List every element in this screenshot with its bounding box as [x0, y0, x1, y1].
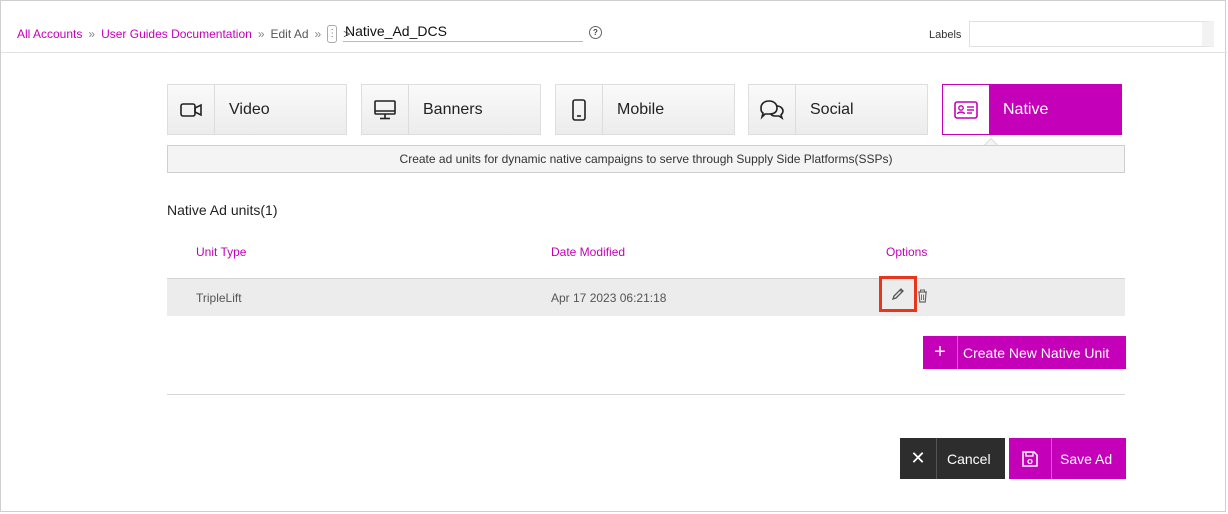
- id-card-icon: [943, 85, 989, 134]
- save-ad-button[interactable]: Save Ad: [1009, 438, 1126, 479]
- cancel-label: Cancel: [947, 450, 991, 467]
- close-icon: ✕: [900, 438, 937, 479]
- trash-icon[interactable]: [917, 289, 928, 303]
- chat-bubbles-icon: [749, 85, 796, 134]
- column-header-unit-type[interactable]: Unit Type: [196, 245, 246, 259]
- breadcrumb-edit-ad: Edit Ad: [270, 27, 309, 41]
- divider: [167, 394, 1125, 395]
- tab-label: Mobile: [617, 100, 665, 118]
- monitor-icon: [362, 85, 409, 134]
- tab-label: Banners: [423, 100, 483, 118]
- more-options-icon[interactable]: ⋮: [327, 25, 338, 43]
- save-ad-label: Save Ad: [1060, 450, 1113, 467]
- floppy-disk-icon: [1009, 438, 1052, 479]
- cancel-button[interactable]: ✕ Cancel: [900, 438, 1005, 479]
- breadcrumb-user-guides[interactable]: User Guides Documentation: [101, 27, 252, 41]
- create-native-unit-button[interactable]: + Create New Native Unit: [923, 336, 1126, 369]
- tab-social[interactable]: Social: [748, 84, 928, 135]
- breadcrumb-separator: »: [88, 27, 96, 41]
- page-frame: All Accounts » User Guides Documentation…: [0, 0, 1227, 512]
- tab-label: Video: [229, 100, 270, 118]
- create-native-unit-label: Create New Native Unit: [963, 344, 1110, 361]
- ad-type-tabs: Video Banners Mobile Social Native: [167, 84, 1123, 136]
- breadcrumb-all-accounts[interactable]: All Accounts: [17, 27, 82, 41]
- labels-input[interactable]: [969, 21, 1214, 47]
- tab-mobile[interactable]: Mobile: [555, 84, 735, 135]
- tab-description: Create ad units for dynamic native campa…: [167, 145, 1125, 173]
- plus-icon: +: [923, 336, 958, 369]
- date-modified-cell: Apr 17 2023 06:21:18: [551, 291, 667, 305]
- tab-video[interactable]: Video: [167, 84, 347, 135]
- breadcrumb-separator: »: [314, 27, 322, 41]
- top-bar: All Accounts » User Guides Documentation…: [1, 1, 1227, 53]
- table-row: TripleLift Apr 17 2023 06:21:18: [167, 278, 1125, 316]
- breadcrumb-separator: »: [257, 27, 265, 41]
- labels-label: Labels: [929, 29, 962, 41]
- column-header-options: Options: [886, 245, 928, 259]
- edit-button[interactable]: [879, 276, 917, 312]
- mobile-phone-icon: [556, 85, 603, 134]
- section-title: Native Ad units(1): [167, 202, 278, 218]
- tab-native[interactable]: Native: [942, 84, 1122, 135]
- video-camera-icon: [168, 85, 215, 134]
- unit-type-cell: TripleLift: [196, 291, 242, 305]
- tab-label: Social: [810, 100, 854, 118]
- column-header-date-modified[interactable]: Date Modified: [551, 245, 625, 259]
- tab-banners[interactable]: Banners: [361, 84, 541, 135]
- breadcrumb: All Accounts » User Guides Documentation…: [17, 25, 350, 43]
- ad-name-input[interactable]: [343, 21, 583, 42]
- pencil-icon: [891, 288, 904, 301]
- tab-label: Native: [989, 85, 1121, 134]
- help-icon[interactable]: ?: [589, 26, 602, 39]
